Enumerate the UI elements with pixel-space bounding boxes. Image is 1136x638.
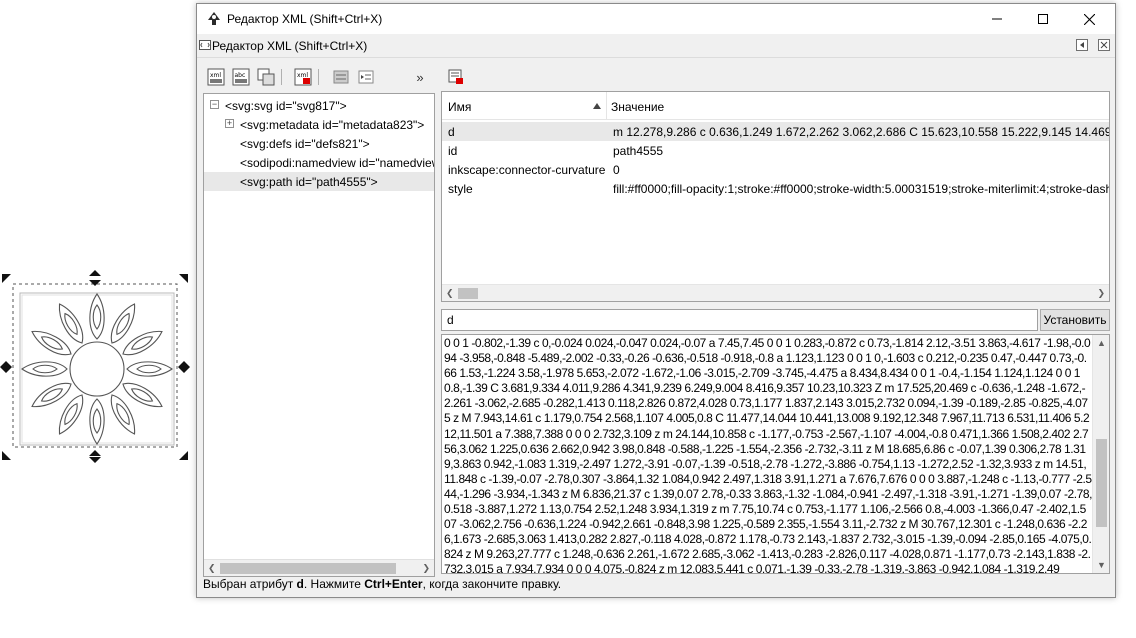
triangle-left-icon [1080,42,1084,48]
attribute-horizontal-scrollbar[interactable]: ❮ ❯ [442,284,1109,301]
attribute-value: m 12.278,9.286 c 0.636,1.249 1.672,2.262… [613,125,1109,139]
attribute-value-text[interactable]: 0 0 1 -0.802,-1.39 c 0,-0.024 0.024,-0.0… [444,336,1092,573]
attribute-value-editor[interactable]: 0 0 1 -0.802,-1.39 c 0,-0.024 0.024,-0.0… [441,334,1110,574]
delete-node-icon: xml [294,68,312,86]
scroll-down-icon[interactable]: ▼ [1097,560,1106,570]
value-vertical-scrollbar[interactable]: ▲ ▼ [1092,335,1109,573]
flower-petal-inner [92,408,102,434]
scroll-right-icon[interactable]: ❯ [422,563,430,574]
indent-node-button[interactable] [355,66,377,88]
expand-icon[interactable]: + [225,119,234,128]
attribute-name: style [448,182,473,196]
unindent-icon [333,70,349,84]
column-header-value[interactable]: Значение [611,100,664,114]
attribute-toolbar [445,66,485,90]
delete-attribute-icon [448,69,463,84]
duplicate-icon [257,68,275,86]
scrollbar-thumb[interactable] [220,563,396,574]
attribute-table[interactable]: Имя Значение d m 12.278,9.286 c 0.636,1.… [441,91,1110,302]
dock-close-button[interactable] [1098,39,1110,51]
status-prefix: Выбран атрибут [203,577,297,591]
new-text-icon: abc [232,68,250,86]
new-element-icon: xml [207,68,225,86]
svg-text:xml: xml [210,72,221,79]
delete-node-button[interactable]: xml [292,66,314,88]
flower-petal-inner [136,364,162,374]
tree-node-label: <svg:defs id="defs821"> [240,137,370,151]
attribute-name: id [448,144,458,158]
new-text-node-button[interactable]: abc [230,66,252,88]
column-header-name[interactable]: Имя [448,100,471,114]
duplicate-node-button[interactable] [255,66,277,88]
scrollbar-thumb[interactable] [458,288,478,299]
flower-drawing[interactable] [0,0,196,635]
column-divider[interactable] [606,92,607,120]
dock-title: Редактор XML (Shift+Ctrl+X) [212,39,368,53]
dock-iconify-button[interactable] [1076,39,1088,51]
status-suffix: , когда закончите правку. [422,577,562,591]
indent-icon [358,70,374,84]
xml-editor-window: Редактор XML (Shift+Ctrl+X) Редактор XML… [196,3,1116,598]
status-bar: Выбран атрибут d. Нажмите Ctrl+Enter, ко… [203,577,561,591]
scroll-left-icon[interactable]: ❮ [446,288,454,299]
toolbar-overflow-button[interactable]: » [409,66,431,88]
sort-ascending-icon[interactable] [593,103,601,109]
status-keys: Ctrl+Enter [364,577,423,591]
attribute-table-header: Имя Значение [442,92,1109,120]
attribute-value: fill:#ff0000;fill-opacity:1;stroke:#ff00… [613,182,1109,196]
scroll-left-icon[interactable]: ❮ [208,563,216,574]
status-attribute: d [296,577,304,591]
attribute-row-style[interactable]: style fill:#ff0000;fill-opacity:1;stroke… [442,179,1109,198]
tree-node-label: <svg:metadata id="metadata823"> [240,118,425,132]
tree-node-namedview[interactable]: <sodipodi:namedview id="namedview [204,153,434,172]
status-middle: . Нажмите [303,577,365,591]
toolbar-separator [318,69,319,85]
attribute-row-connector-curvature[interactable]: inkscape:connector-curvature 0 [442,160,1109,179]
tree-node-label: <svg:svg id="svg817"> [225,99,347,113]
tree-node-path-selected[interactable]: <svg:path id="path4555"> [204,172,434,191]
tree-node-defs[interactable]: <svg:defs id="defs821"> [204,134,434,153]
maximize-button[interactable] [1020,4,1066,34]
collapse-icon[interactable]: − [210,100,219,109]
node-tree[interactable]: − <svg:svg id="svg817"> + <svg:metadata … [203,93,435,577]
svg-text:xml: xml [297,72,308,79]
canvas[interactable] [0,0,196,635]
node-toolbar: xml abc xml » [203,66,439,90]
set-attribute-button[interactable]: Установить [1040,309,1110,331]
delete-attribute-button[interactable] [445,66,467,88]
scrollbar-thumb[interactable] [1096,439,1107,527]
attribute-name: inkscape:connector-curvature [448,163,606,177]
attribute-name: d [448,125,455,139]
new-element-node-button[interactable]: xml [205,66,227,88]
scroll-right-icon[interactable]: ❯ [1097,288,1105,299]
attribute-value: path4555 [613,144,664,158]
dock-header: Редактор XML (Shift+Ctrl+X) [197,34,1115,58]
attribute-row-d[interactable]: d m 12.278,9.286 c 0.636,1.249 1.672,2.2… [442,122,1109,141]
attribute-row-id[interactable]: id path4555 [442,141,1109,160]
attribute-value: 0 [613,163,620,177]
tree-node-metadata[interactable]: + <svg:metadata id="metadata823"> [204,115,434,134]
flower-petal-inner [32,364,58,374]
attribute-name-input[interactable] [441,309,1038,331]
close-icon [1083,13,1095,25]
tree-node-label: <svg:path id="path4555"> [240,175,378,189]
maximize-icon [1038,14,1048,24]
svg-text:abc: abc [235,72,246,79]
window-title: Редактор XML (Shift+Ctrl+X) [227,12,383,26]
flower-petal-inner [92,304,102,330]
inkscape-app-icon [208,12,220,25]
xml-editor-icon [199,40,211,50]
close-icon [1100,41,1108,49]
minimize-button[interactable] [974,4,1020,34]
tree-node-label: <sodipodi:namedview id="namedview [240,156,434,170]
minimize-icon [992,18,1002,20]
scroll-up-icon[interactable]: ▲ [1097,338,1106,348]
toolbar-separator [281,69,282,85]
title-bar[interactable]: Редактор XML (Shift+Ctrl+X) [197,4,1115,34]
close-button[interactable] [1066,4,1112,34]
unindent-node-button[interactable] [330,66,352,88]
tree-node-svg[interactable]: − <svg:svg id="svg817"> [204,96,434,115]
overflow-chevron-icon: » [416,69,424,85]
tree-horizontal-scrollbar[interactable]: ❮ ❯ [204,559,434,576]
